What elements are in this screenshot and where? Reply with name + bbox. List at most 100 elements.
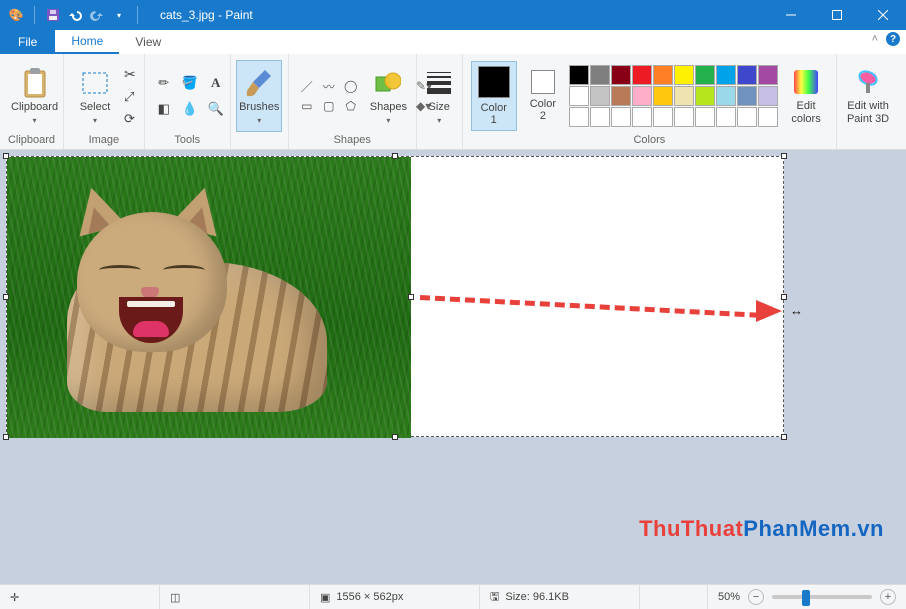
palette-swatch[interactable] — [716, 86, 736, 106]
size-button[interactable]: Size ▾ — [424, 60, 454, 132]
save-icon[interactable] — [45, 7, 61, 23]
palette-swatch[interactable] — [611, 65, 631, 85]
rotate-icon[interactable]: ⟳ — [124, 111, 136, 127]
palette-swatch[interactable] — [653, 65, 673, 85]
palette-swatch[interactable] — [569, 65, 589, 85]
palette-swatch[interactable] — [611, 107, 631, 127]
filename: cats_3.jpg — [160, 8, 215, 22]
magnifier-icon[interactable]: 🔍 — [205, 98, 227, 120]
tab-home[interactable]: Home — [55, 30, 119, 54]
palette-swatch[interactable] — [695, 65, 715, 85]
brush-icon — [245, 67, 273, 99]
group-label-size — [417, 134, 462, 149]
resize-handle[interactable] — [408, 294, 414, 300]
resize-handle[interactable] — [3, 294, 9, 300]
file-size: Size: 96.1KB — [505, 591, 569, 603]
redo-icon[interactable] — [89, 7, 105, 23]
resize-handle[interactable] — [3, 434, 9, 440]
window-title: cats_3.jpg - Paint — [160, 8, 253, 22]
color1-swatch — [478, 66, 510, 98]
crop-icon[interactable]: ✂ — [124, 66, 136, 83]
palette-swatch[interactable] — [632, 86, 652, 106]
text-icon[interactable]: A — [205, 72, 227, 94]
close-button[interactable] — [860, 0, 906, 30]
palette-swatch[interactable] — [674, 107, 694, 127]
collapse-ribbon-icon[interactable]: ˄ — [872, 33, 878, 45]
minimize-button[interactable] — [768, 0, 814, 30]
undo-icon[interactable] — [67, 7, 83, 23]
resize-handle[interactable] — [781, 294, 787, 300]
shapes-button[interactable]: Shapes ▾ — [367, 60, 410, 132]
palette-swatch[interactable] — [569, 107, 589, 127]
shapes-gallery[interactable]: ／ 〰 ◯ ▭ ▢ ⬠ — [297, 77, 361, 115]
palette-swatch[interactable] — [569, 86, 589, 106]
shape-polygon-icon[interactable]: ⬠ — [341, 97, 361, 115]
palette-swatch[interactable] — [653, 107, 673, 127]
palette-swatch[interactable] — [695, 86, 715, 106]
clipboard-icon — [22, 67, 48, 99]
resize-handle[interactable] — [781, 153, 787, 159]
resize-handle[interactable] — [392, 434, 398, 440]
tools-grid: ✏ 🪣 A ◧ 💧 🔍 — [153, 72, 227, 120]
fill-icon[interactable]: 🪣 — [179, 72, 201, 94]
palette-swatch[interactable] — [758, 65, 778, 85]
resize-handle[interactable] — [3, 153, 9, 159]
group-label-alert — [899, 134, 906, 149]
zoom-in-button[interactable]: + — [880, 589, 896, 605]
palette-swatch[interactable] — [632, 65, 652, 85]
tab-file[interactable]: File — [0, 30, 55, 54]
palette-swatch[interactable] — [674, 65, 694, 85]
qat-dropdown-icon[interactable]: ▾ — [111, 7, 127, 23]
palette-swatch[interactable] — [737, 107, 757, 127]
group-label-image: Image — [64, 134, 144, 149]
brushes-button[interactable]: Brushes ▾ — [236, 60, 282, 132]
palette-swatch[interactable] — [632, 107, 652, 127]
palette-swatch[interactable] — [695, 107, 715, 127]
palette-swatch[interactable] — [590, 107, 610, 127]
eraser-icon[interactable]: ◧ — [153, 98, 175, 120]
paint3d-button[interactable]: Edit with Paint 3D — [844, 60, 892, 132]
watermark: ThuThuatPhanMem.vn — [639, 516, 884, 542]
picker-icon[interactable]: 💧 — [179, 98, 201, 120]
palette-swatch[interactable] — [674, 86, 694, 106]
zoom-out-button[interactable]: − — [748, 589, 764, 605]
color2-button[interactable]: Color 2 — [523, 65, 563, 127]
color2-swatch — [531, 70, 555, 94]
canvas-dimensions: 1556 × 562px — [336, 591, 403, 603]
palette-swatch[interactable] — [758, 86, 778, 106]
palette-swatch[interactable] — [737, 86, 757, 106]
color1-button[interactable]: Color 1 — [471, 61, 517, 131]
palette-swatch[interactable] — [590, 86, 610, 106]
palette-swatch[interactable] — [653, 86, 673, 106]
tab-view[interactable]: View — [119, 30, 177, 54]
resize-icon[interactable]: ⤢ — [124, 89, 136, 105]
color-palette — [569, 65, 778, 127]
size-icon — [427, 67, 451, 99]
canvas[interactable] — [6, 156, 784, 437]
shape-line-icon[interactable]: ／ — [297, 77, 317, 95]
palette-swatch[interactable] — [758, 107, 778, 127]
shape-curve-icon[interactable]: 〰 — [319, 77, 339, 95]
cursor-pos-icon: ✛ — [10, 591, 19, 604]
palette-swatch[interactable] — [716, 65, 736, 85]
maximize-button[interactable] — [814, 0, 860, 30]
shape-roundrect-icon[interactable]: ▢ — [319, 97, 339, 115]
title-bar: 🎨 ▾ cats_3.jpg - Paint — [0, 0, 906, 30]
resize-handle[interactable] — [392, 153, 398, 159]
select-button[interactable]: Select ▾ — [72, 60, 118, 132]
palette-swatch[interactable] — [716, 107, 736, 127]
help-icon[interactable]: ? — [886, 32, 900, 46]
shape-oval-icon[interactable]: ◯ — [341, 77, 361, 95]
resize-handle[interactable] — [781, 434, 787, 440]
canvas-workspace[interactable]: ↔ ThuThuatPhanMem.vn — [0, 150, 906, 584]
palette-swatch[interactable] — [737, 65, 757, 85]
shape-rect-icon[interactable]: ▭ — [297, 97, 317, 115]
clipboard-button[interactable]: Clipboard ▾ — [8, 60, 61, 132]
palette-swatch[interactable] — [611, 86, 631, 106]
disk-icon: 🖫 — [490, 588, 499, 607]
chevron-down-icon: ▾ — [437, 116, 441, 125]
pencil-icon[interactable]: ✏ — [153, 72, 175, 94]
palette-swatch[interactable] — [590, 65, 610, 85]
edit-colors-button[interactable]: Edit colors — [784, 60, 828, 132]
zoom-slider[interactable] — [772, 595, 872, 599]
